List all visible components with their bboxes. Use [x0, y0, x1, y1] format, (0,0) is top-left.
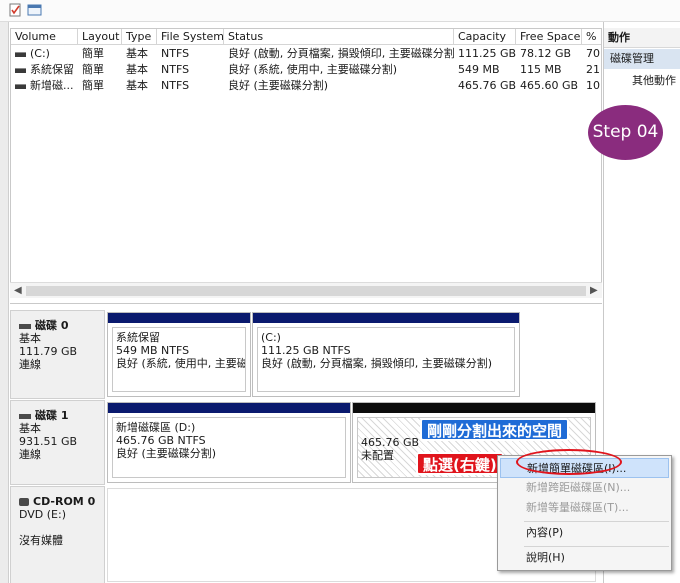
- col-percent[interactable]: %: [582, 29, 601, 45]
- volume-row[interactable]: (C:) 簡單 基本 NTFS 良好 (啟動, 分頁檔案, 損毀傾印, 主要磁碟…: [11, 46, 601, 62]
- partition-size: 549 MB NTFS: [116, 344, 190, 357]
- annotation-right-click: 點選(右鍵): [416, 452, 504, 475]
- partition-status: 良好 (系統, 使用中, 主要磁碟: [116, 357, 246, 370]
- left-pane-strip: [0, 22, 9, 583]
- disk-title: 磁碟 1: [35, 409, 69, 422]
- partition-size: 465.76 GB NTFS: [116, 434, 206, 447]
- disk-state: 沒有媒體: [19, 534, 63, 547]
- menu-properties[interactable]: 內容(P): [500, 523, 669, 543]
- volume-status: 良好 (主要磁碟分割): [228, 79, 329, 92]
- disk-type: 基本: [19, 332, 41, 345]
- volume-capacity: 111.25 GB: [458, 47, 516, 60]
- volume-type: 基本: [126, 79, 148, 92]
- annotation-new-space: 剛剛分割出來的空間: [420, 418, 570, 441]
- scrollbar-thumb[interactable]: [26, 286, 586, 296]
- volume-fs: NTFS: [161, 79, 190, 92]
- volume-layout: 簡單: [82, 47, 104, 60]
- menu-new-striped-volume[interactable]: 新增等量磁碟區(T)...: [500, 498, 669, 518]
- menu-new-spanned-volume[interactable]: 新增跨距磁碟區(N)...: [500, 478, 669, 498]
- partition-system-reserved[interactable]: 系統保留 549 MB NTFS 良好 (系統, 使用中, 主要磁碟: [107, 312, 251, 397]
- partition-c[interactable]: (C:) 111.25 GB NTFS 良好 (啟動, 分頁檔案, 損毀傾印, …: [252, 312, 520, 397]
- col-capacity[interactable]: Capacity: [454, 29, 516, 45]
- disk-title: 磁碟 0: [35, 319, 69, 332]
- volume-list[interactable]: Volume Layout Type File System Status Ca…: [10, 28, 602, 298]
- volume-name: (C:): [30, 47, 50, 60]
- partition-type-bar: [253, 313, 519, 323]
- col-volume[interactable]: Volume: [11, 29, 78, 45]
- partition-type-bar: [108, 313, 250, 323]
- disk-1-header[interactable]: 磁碟 1 基本 931.51 GB 連線: [10, 400, 105, 485]
- volume-layout: 簡單: [82, 79, 104, 92]
- disk-0-header[interactable]: 磁碟 0 基本 111.79 GB 連線: [10, 310, 105, 399]
- volume-fs: NTFS: [161, 63, 190, 76]
- volume-type: 基本: [126, 47, 148, 60]
- disk-state: 連線: [19, 358, 41, 371]
- volume-status: 良好 (啟動, 分頁檔案, 損毀傾印, 主要磁碟分割): [228, 47, 454, 60]
- volume-capacity: 549 MB: [458, 63, 500, 76]
- partition-status: 良好 (主要磁碟分割): [116, 447, 217, 460]
- volume-fs: NTFS: [161, 47, 190, 60]
- disk-size: 931.51 GB: [19, 435, 78, 448]
- partition-d[interactable]: 新增磁碟區 (D:) 465.76 GB NTFS 良好 (主要磁碟分割): [107, 402, 351, 483]
- scroll-right-icon[interactable]: ▶: [590, 285, 598, 296]
- menu-separator: [524, 546, 669, 547]
- volume-free: 78.12 GB: [520, 47, 572, 60]
- action-more-actions[interactable]: 其他動作: [632, 73, 676, 89]
- disk-icon: [19, 413, 31, 419]
- partition-size: 111.25 GB NTFS: [261, 344, 351, 357]
- scroll-left-icon[interactable]: ◀: [14, 285, 22, 296]
- partition-name: 新增磁碟區 (D:): [116, 421, 196, 434]
- disk-type: 基本: [19, 422, 41, 435]
- disk-type: DVD (E:): [19, 508, 67, 521]
- volume-free: 115 MB: [520, 63, 562, 76]
- partition-type-bar: [353, 403, 595, 413]
- col-free-space[interactable]: Free Space: [516, 29, 582, 45]
- partition-type-bar: [108, 403, 350, 413]
- col-layout[interactable]: Layout: [78, 29, 122, 45]
- disk-management-window: Volume Layout Type File System Status Ca…: [0, 0, 680, 583]
- partition-name: (C:): [261, 331, 281, 344]
- partition-name: 系統保留: [116, 331, 160, 344]
- volume-name: 系統保留: [30, 63, 74, 76]
- disk-icon: [19, 323, 31, 329]
- volume-row[interactable]: 新增磁... 簡單 基本 NTFS 良好 (主要磁碟分割) 465.76 GB …: [11, 78, 601, 94]
- highlight-ellipse: [516, 449, 622, 475]
- volume-icon: [15, 67, 26, 73]
- volume-row[interactable]: 系統保留 簡單 基本 NTFS 良好 (系統, 使用中, 主要磁碟分割) 549…: [11, 62, 601, 78]
- actions-header: 動作: [604, 28, 680, 48]
- volume-name: 新增磁...: [30, 79, 74, 92]
- checklist-icon[interactable]: [8, 3, 23, 17]
- volume-icon: [15, 51, 26, 57]
- volume-percent: 70: [586, 47, 600, 60]
- partition-status: 良好 (啟動, 分頁檔案, 損毀傾印, 主要磁碟分割): [261, 357, 493, 370]
- volume-percent: 21: [586, 63, 600, 76]
- disk-size: 111.79 GB: [19, 345, 78, 358]
- col-status[interactable]: Status: [224, 29, 454, 45]
- menu-help[interactable]: 說明(H): [500, 548, 669, 568]
- volume-type: 基本: [126, 63, 148, 76]
- volume-layout: 簡單: [82, 63, 104, 76]
- volume-capacity: 465.76 GB: [458, 79, 516, 92]
- volume-percent: 10: [586, 79, 600, 92]
- action-disk-management[interactable]: 磁碟管理: [604, 49, 680, 69]
- toolbar: [0, 0, 680, 22]
- col-type[interactable]: Type: [122, 29, 157, 45]
- menu-separator: [524, 521, 669, 522]
- horizontal-scrollbar[interactable]: ◀ ▶: [10, 282, 602, 298]
- cdrom-header[interactable]: CD-ROM 0 DVD (E:) 沒有媒體: [10, 486, 105, 583]
- disk-title: CD-ROM 0: [33, 495, 96, 508]
- disk-state: 連線: [19, 448, 41, 461]
- window-icon[interactable]: [27, 3, 42, 17]
- cdrom-icon: [19, 498, 29, 506]
- volume-icon: [15, 83, 26, 89]
- volume-free: 465.60 GB: [520, 79, 579, 92]
- volume-status: 良好 (系統, 使用中, 主要磁碟分割): [228, 63, 398, 76]
- col-filesystem[interactable]: File System: [157, 29, 224, 45]
- step-badge: Step 04: [588, 105, 663, 160]
